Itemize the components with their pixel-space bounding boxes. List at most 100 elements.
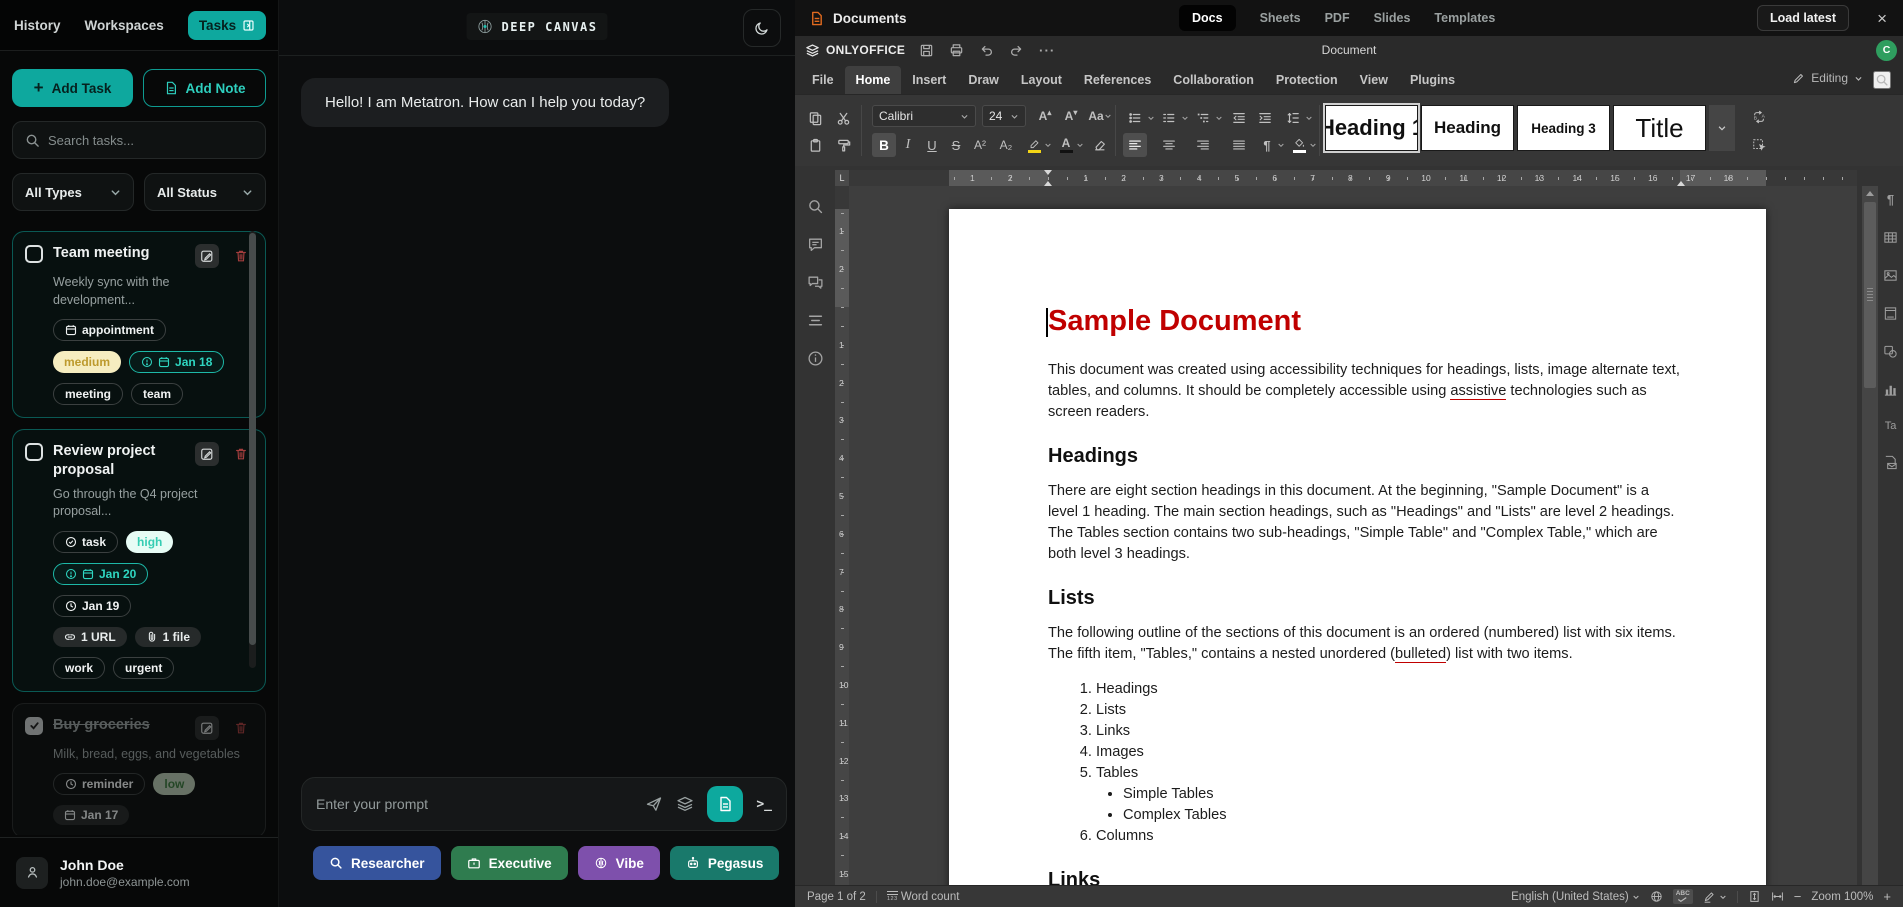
bullets-button[interactable] <box>1123 106 1147 130</box>
table-settings-button[interactable] <box>1883 230 1898 245</box>
textart-settings-button[interactable]: Ta <box>1885 420 1897 432</box>
tab-docs[interactable]: Docs <box>1179 5 1236 31</box>
undo-button[interactable] <box>979 43 994 58</box>
layers-button[interactable] <box>676 795 694 813</box>
justify-button[interactable] <box>1227 133 1251 157</box>
superscript-button[interactable]: A² <box>968 133 992 157</box>
nav-workspaces[interactable]: Workspaces <box>85 18 164 33</box>
format-painter-button[interactable] <box>831 133 855 157</box>
shading-dropdown[interactable] <box>1307 133 1319 157</box>
increase-font-button[interactable]: A▴ <box>1033 104 1057 128</box>
style-heading3[interactable]: Heading 3 <box>1517 105 1610 151</box>
scrollbar-thumb[interactable] <box>249 233 256 645</box>
document-mode-button[interactable] <box>707 786 743 822</box>
add-note-button[interactable]: Add Note <box>143 69 266 107</box>
word-count-button[interactable]: 123 Word count <box>887 891 960 903</box>
multilevel-list-button[interactable] <box>1191 106 1215 130</box>
scroll-up-arrow[interactable] <box>1866 191 1874 196</box>
shape-settings-button[interactable] <box>1883 344 1898 359</box>
agent-researcher-button[interactable]: Researcher <box>313 846 441 880</box>
underline-button[interactable]: U <box>920 133 944 157</box>
nav-tasks-active[interactable]: Tasks <box>188 11 266 40</box>
style-title[interactable]: Title <box>1613 105 1706 151</box>
set-language-button[interactable] <box>1650 890 1663 903</box>
menu-home[interactable]: Home <box>845 66 902 94</box>
language-select[interactable]: English (United States) <box>1511 891 1640 903</box>
menu-collaboration[interactable]: Collaboration <box>1162 66 1265 94</box>
task-card-completed[interactable]: Buy groceries Milk, bread, eggs, and veg… <box>12 703 266 835</box>
menu-layout[interactable]: Layout <box>1010 66 1073 94</box>
cut-button[interactable] <box>831 106 855 130</box>
menu-protection[interactable]: Protection <box>1265 66 1349 94</box>
document-scrollbar[interactable] <box>1862 186 1878 885</box>
align-left-button[interactable] <box>1123 133 1147 157</box>
header-footer-settings-button[interactable] <box>1883 306 1898 321</box>
line-spacing-dropdown[interactable] <box>1303 106 1315 130</box>
task-checkbox[interactable] <box>25 443 43 461</box>
tab-templates[interactable]: Templates <box>1434 11 1495 25</box>
clear-formatting-button[interactable] <box>1088 133 1112 157</box>
style-heading1[interactable]: Heading 1 <box>1325 105 1418 151</box>
mail-merge-button[interactable] <box>1883 455 1898 470</box>
decrease-font-button[interactable]: A▾ <box>1059 104 1083 128</box>
agent-executive-button[interactable]: Executive <box>451 846 568 880</box>
align-center-button[interactable] <box>1157 133 1181 157</box>
styles-gallery-dropdown[interactable] <box>1709 105 1735 151</box>
task-list-scrollbar[interactable] <box>249 231 256 668</box>
menu-references[interactable]: References <box>1073 66 1162 94</box>
chart-settings-button[interactable] <box>1883 382 1898 397</box>
task-card[interactable]: Review project proposal Go through the Q… <box>12 429 266 692</box>
document-page[interactable]: Sample Document This document was create… <box>949 209 1766 885</box>
print-button[interactable] <box>949 43 964 58</box>
numbering-button[interactable] <box>1157 106 1181 130</box>
task-card[interactable]: Team meeting Weekly sync with the develo… <box>12 231 266 418</box>
menu-plugins[interactable]: Plugins <box>1399 66 1466 94</box>
zoom-out-button[interactable]: − <box>1794 889 1802 904</box>
tab-sheets[interactable]: Sheets <box>1260 11 1301 25</box>
decrease-indent-button[interactable] <box>1227 106 1251 130</box>
v-ruler[interactable]: 21123456789101112131415 <box>835 186 849 885</box>
page-indicator[interactable]: Page 1 of 2 <box>807 891 866 903</box>
paste-button[interactable] <box>803 133 827 157</box>
font-color-dropdown[interactable] <box>1074 133 1086 157</box>
load-latest-button[interactable]: Load latest <box>1757 5 1849 31</box>
font-name-select[interactable]: Calibri <box>872 105 976 127</box>
save-button[interactable] <box>919 43 934 58</box>
agent-pegasus-button[interactable]: Pegasus <box>670 846 780 880</box>
fit-page-button[interactable] <box>1748 890 1761 903</box>
first-line-indent-marker[interactable] <box>1044 170 1052 175</box>
align-right-button[interactable] <box>1191 133 1215 157</box>
document-canvas[interactable]: Sample Document This document was create… <box>849 186 1857 885</box>
chat-panel-button[interactable] <box>807 274 824 291</box>
editing-mode-select[interactable]: Editing <box>1792 71 1863 85</box>
edit-task-button[interactable] <box>195 716 219 740</box>
replace-button[interactable]: AB <box>1747 105 1771 129</box>
change-case-button[interactable]: Aa <box>1085 104 1115 128</box>
filter-status-select[interactable]: All Status <box>144 173 266 211</box>
task-checkbox-checked[interactable] <box>25 717 43 735</box>
theme-toggle-button[interactable] <box>743 9 781 47</box>
filter-type-select[interactable]: All Types <box>12 173 134 211</box>
paragraph-settings-button[interactable]: ¶ <box>1887 192 1894 207</box>
terminal-button[interactable]: >_ <box>756 797 772 812</box>
h-ruler[interactable]: 21123456789101112131415161718 <box>849 170 1857 186</box>
send-button[interactable] <box>645 795 663 813</box>
delete-task-button[interactable] <box>229 716 253 740</box>
nav-history[interactable]: History <box>14 18 61 33</box>
user-avatar-badge[interactable]: C <box>1876 40 1897 61</box>
highlight-color-dropdown[interactable] <box>1042 133 1054 157</box>
redo-button[interactable] <box>1009 43 1024 58</box>
find-button[interactable] <box>1873 71 1891 89</box>
comments-panel-button[interactable] <box>807 236 824 253</box>
image-settings-button[interactable] <box>1883 268 1898 283</box>
feedback-info-button[interactable] <box>807 350 824 367</box>
strikethrough-button[interactable]: S <box>944 133 968 157</box>
zoom-in-button[interactable]: + <box>1883 889 1891 904</box>
bold-button[interactable]: B <box>872 133 896 157</box>
subscript-button[interactable]: A₂ <box>994 133 1018 157</box>
menu-view[interactable]: View <box>1349 66 1399 94</box>
numbering-dropdown[interactable] <box>1179 106 1191 130</box>
select-all-button[interactable] <box>1747 133 1771 157</box>
user-profile[interactable]: John Doe john.doe@example.com <box>0 837 278 907</box>
search-tasks-input[interactable] <box>48 133 253 148</box>
